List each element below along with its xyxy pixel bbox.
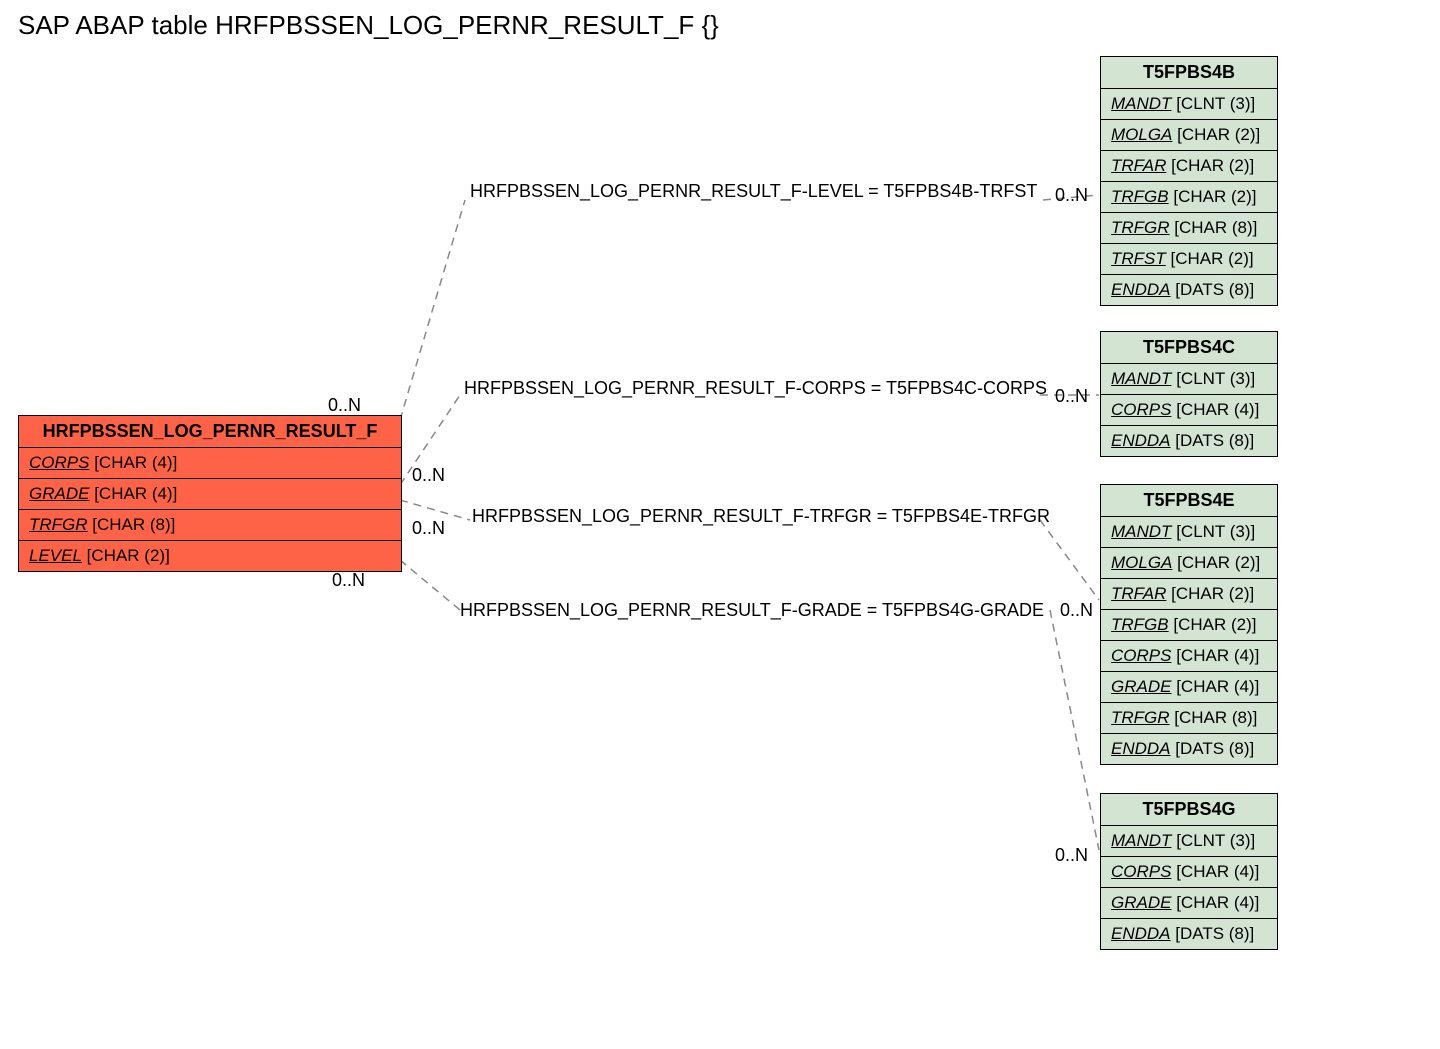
entity-main-field: GRADE [CHAR (4)]	[19, 479, 401, 510]
entity-field: MANDT [CLNT (3)]	[1101, 89, 1277, 120]
relation-label: HRFPBSSEN_LOG_PERNR_RESULT_F-LEVEL = T5F…	[470, 181, 1037, 202]
entity-header: T5FPBS4G	[1101, 794, 1277, 826]
entity-t5fpbs4b: T5FPBS4B MANDT [CLNT (3)] MOLGA [CHAR (2…	[1100, 56, 1278, 306]
cardinality-right: 0..N	[1060, 600, 1093, 621]
cardinality-right: 0..N	[1055, 845, 1088, 866]
cardinality-right: 0..N	[1055, 386, 1088, 407]
entity-main-name: HRFPBSSEN_LOG_PERNR_RESULT_F	[19, 416, 401, 448]
entity-t5fpbs4g: T5FPBS4G MANDT [CLNT (3)] CORPS [CHAR (4…	[1100, 793, 1278, 950]
entity-t5fpbs4e: T5FPBS4E MANDT [CLNT (3)] MOLGA [CHAR (2…	[1100, 484, 1278, 765]
entity-main-field: TRFGR [CHAR (8)]	[19, 510, 401, 541]
entity-field: TRFGR [CHAR (8)]	[1101, 703, 1277, 734]
entity-field: TRFST [CHAR (2)]	[1101, 244, 1277, 275]
entity-field: TRFGB [CHAR (2)]	[1101, 182, 1277, 213]
cardinality-left: 0..N	[412, 465, 445, 486]
entity-field: TRFAR [CHAR (2)]	[1101, 151, 1277, 182]
entity-field: MANDT [CLNT (3)]	[1101, 517, 1277, 548]
entity-field: CORPS [CHAR (4)]	[1101, 395, 1277, 426]
entity-main: HRFPBSSEN_LOG_PERNR_RESULT_F CORPS [CHAR…	[18, 415, 402, 572]
entity-field: TRFAR [CHAR (2)]	[1101, 579, 1277, 610]
entity-header: T5FPBS4B	[1101, 57, 1277, 89]
page-title: SAP ABAP table HRFPBSSEN_LOG_PERNR_RESUL…	[18, 10, 719, 41]
entity-field: ENDDA [DATS (8)]	[1101, 919, 1277, 949]
cardinality-left: 0..N	[328, 395, 361, 416]
entity-field: MOLGA [CHAR (2)]	[1101, 548, 1277, 579]
entity-main-field: LEVEL [CHAR (2)]	[19, 541, 401, 571]
entity-field: GRADE [CHAR (4)]	[1101, 672, 1277, 703]
cardinality-left: 0..N	[332, 570, 365, 591]
entity-field: ENDDA [DATS (8)]	[1101, 275, 1277, 305]
entity-header: T5FPBS4E	[1101, 485, 1277, 517]
entity-header: T5FPBS4C	[1101, 332, 1277, 364]
entity-main-field: CORPS [CHAR (4)]	[19, 448, 401, 479]
entity-field: GRADE [CHAR (4)]	[1101, 888, 1277, 919]
entity-field: TRFGR [CHAR (8)]	[1101, 213, 1277, 244]
entity-field: CORPS [CHAR (4)]	[1101, 641, 1277, 672]
relation-label: HRFPBSSEN_LOG_PERNR_RESULT_F-CORPS = T5F…	[464, 378, 1047, 399]
relation-label: HRFPBSSEN_LOG_PERNR_RESULT_F-TRFGR = T5F…	[472, 506, 1050, 527]
entity-field: ENDDA [DATS (8)]	[1101, 734, 1277, 764]
entity-field: MANDT [CLNT (3)]	[1101, 826, 1277, 857]
cardinality-right: 0..N	[1055, 185, 1088, 206]
entity-field: ENDDA [DATS (8)]	[1101, 426, 1277, 456]
relation-label: HRFPBSSEN_LOG_PERNR_RESULT_F-GRADE = T5F…	[460, 600, 1044, 621]
entity-t5fpbs4c: T5FPBS4C MANDT [CLNT (3)] CORPS [CHAR (4…	[1100, 331, 1278, 457]
entity-field: MOLGA [CHAR (2)]	[1101, 120, 1277, 151]
cardinality-left: 0..N	[412, 518, 445, 539]
entity-field: CORPS [CHAR (4)]	[1101, 857, 1277, 888]
entity-field: MANDT [CLNT (3)]	[1101, 364, 1277, 395]
entity-field: TRFGB [CHAR (2)]	[1101, 610, 1277, 641]
